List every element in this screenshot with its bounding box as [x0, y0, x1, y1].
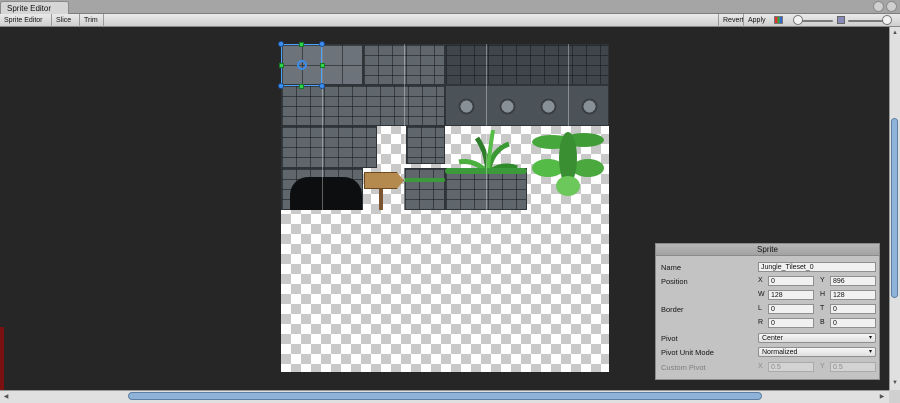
position-y-field[interactable]: 896 [830, 276, 876, 286]
trim-button[interactable]: Trim [80, 14, 104, 27]
carved-stone-tiles [445, 85, 609, 126]
pivot-unit-mode-value: Normalized [762, 349, 798, 356]
vertical-scroll-thumb[interactable] [891, 118, 898, 298]
sign-post [379, 186, 383, 210]
b-axis-label: B [820, 319, 825, 326]
grassy-stone-tile [404, 168, 445, 210]
stone-wall-fragment [406, 126, 445, 164]
resize-handle-top-right[interactable] [319, 41, 325, 47]
grass-strip [404, 178, 445, 182]
stone-pillar-tiles [281, 85, 445, 126]
y-axis-label: Y [820, 277, 825, 284]
border-top-field[interactable]: 0 [830, 304, 876, 314]
stone-wall-tiles [281, 126, 377, 168]
resize-handle-bottom[interactable] [299, 84, 304, 89]
custom-pivot-x-label: X [758, 363, 763, 370]
custom-pivot-label: Custom Pivot [661, 363, 706, 372]
w-axis-label: W [758, 291, 765, 298]
resize-handle-top-left[interactable] [278, 41, 284, 47]
pivot-unit-mode-dropdown[interactable]: Normalized ▾ [758, 347, 876, 357]
slice-gridline [568, 44, 569, 126]
pivot-handle[interactable] [297, 60, 307, 70]
sprite-properties-panel: Sprite Name Jungle_Tileset_0 Position X … [655, 243, 880, 380]
l-axis-label: L [758, 305, 762, 312]
position-x-field[interactable]: 0 [768, 276, 814, 286]
r-axis-label: R [758, 319, 764, 326]
height-field[interactable]: 128 [830, 290, 876, 300]
dropdown-arrow-icon: ▾ [868, 349, 872, 355]
revert-button[interactable]: Revert [718, 14, 744, 27]
slice-gridline [486, 44, 487, 210]
border-left-field[interactable]: 0 [768, 304, 814, 314]
window-tab-strip: Sprite Editor [0, 0, 900, 14]
sprite-editor-toolbar: Sprite Editor ↕ Slice ↕ Trim Revert Appl… [0, 14, 900, 37]
scroll-down-icon[interactable]: ▼ [891, 379, 899, 387]
h-axis-label: H [820, 291, 826, 298]
custom-pivot-y-label: Y [820, 363, 825, 370]
custom-pivot-y-field: 0.5 [830, 362, 876, 372]
t-axis-label: T [820, 305, 825, 312]
horizontal-scroll-thumb[interactable] [128, 392, 762, 400]
custom-pivot-x-field: 0.5 [768, 362, 814, 372]
resize-handle-top[interactable] [299, 42, 304, 47]
border-label: Border [661, 305, 684, 314]
scroll-right-icon[interactable]: ▶ [878, 393, 886, 401]
editor-mode-dropdown[interactable]: Sprite Editor ↕ [0, 14, 52, 37]
pivot-value: Center [762, 335, 784, 342]
zoom-slider-knob[interactable] [793, 15, 803, 25]
width-field[interactable]: 128 [768, 290, 814, 300]
wooden-arrow-sign [364, 172, 404, 189]
texture-preview[interactable] [281, 44, 609, 372]
mip-slider-knob[interactable] [882, 15, 892, 25]
stone-ledge-tiles [445, 44, 609, 85]
sprite-editor-tab[interactable]: Sprite Editor [0, 1, 69, 14]
slice-dropdown[interactable]: Slice ↕ [52, 14, 80, 37]
position-label: Position [661, 277, 688, 286]
dropdown-arrow-icon: ▾ [868, 335, 872, 341]
mip-level-icon [837, 16, 845, 24]
border-right-field[interactable]: 0 [768, 318, 814, 328]
scroll-left-icon[interactable]: ◀ [2, 393, 10, 401]
window-menu-icon[interactable] [873, 1, 884, 12]
x-axis-label: X [758, 277, 763, 284]
resize-handle-bottom-right[interactable] [319, 83, 325, 89]
sprite-name-field[interactable]: Jungle_Tileset_0 [758, 262, 876, 272]
name-label: Name [661, 263, 682, 272]
panel-title: Sprite [656, 244, 879, 256]
slice-gridline [322, 44, 323, 210]
resize-handle-left[interactable] [279, 63, 284, 68]
rgb-channels-icon[interactable] [774, 16, 783, 24]
scrollbar-corner [889, 390, 900, 403]
apply-button[interactable]: Apply [743, 14, 768, 27]
palm-plant-sprite [530, 128, 606, 200]
scroll-up-icon[interactable]: ▲ [891, 29, 899, 37]
pivot-unit-mode-label: Pivot Unit Mode [661, 348, 714, 357]
slice-gridline [404, 44, 405, 210]
resize-handle-right[interactable] [320, 63, 325, 68]
pivot-label: Pivot [661, 334, 678, 343]
pivot-dropdown[interactable]: Center ▾ [758, 333, 876, 343]
window-close-icon[interactable] [886, 1, 897, 12]
resize-handle-bottom-left[interactable] [278, 83, 284, 89]
border-bottom-field[interactable]: 0 [830, 318, 876, 328]
